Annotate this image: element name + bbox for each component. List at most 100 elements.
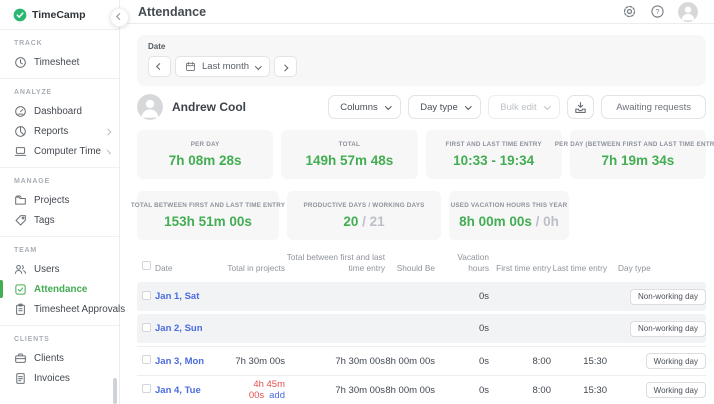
- download-export-icon: [574, 101, 587, 114]
- awaiting-requests-label: Awaiting requests: [616, 102, 691, 113]
- day-type-button[interactable]: Day type: [408, 95, 481, 119]
- column-header-total-in-projects: Total in projects: [225, 263, 285, 273]
- sidebar-item-label: Timesheet: [34, 57, 79, 68]
- sidebar: TimeCamp TRACKTimesheetANALYZEDashboardR…: [0, 0, 120, 404]
- vacation-hours-cell: 0s: [435, 356, 489, 367]
- day-type-button-label: Day type: [420, 102, 458, 113]
- sidebar-item-timesheet[interactable]: Timesheet: [0, 52, 119, 72]
- date-filter-label: Date: [148, 42, 695, 51]
- sidebar-item-users[interactable]: Users: [0, 259, 119, 279]
- date-link[interactable]: Jan 4, Tue: [155, 385, 225, 396]
- computer-icon: [14, 145, 27, 158]
- chevron-down-icon: [465, 103, 471, 109]
- sidebar-section-label: TEAM: [0, 241, 119, 259]
- employee-name: Andrew Cool: [172, 100, 246, 114]
- day-type-cell: Non-working day: [607, 321, 706, 337]
- sidebar-item-dashboard[interactable]: Dashboard: [0, 101, 119, 121]
- column-header-vacation-hours: Vacation hours: [435, 252, 489, 273]
- settings-gear-icon[interactable]: [622, 4, 637, 19]
- invoice-icon: [14, 372, 27, 385]
- topbar-actions: ?: [622, 2, 698, 22]
- page-title: Attendance: [138, 5, 206, 19]
- sidebar-nav: TRACK Timesheet ANALYZEDashboardReportsCom…: [0, 30, 119, 394]
- day-type-badge[interactable]: Working day: [646, 353, 706, 369]
- select-all-checkbox[interactable]: [142, 261, 151, 270]
- table-header-row: DateTotal in projectsTotal between first…: [137, 252, 706, 282]
- sidebar-item-tags[interactable]: Tags: [0, 210, 119, 230]
- folder-icon: [14, 194, 27, 207]
- awaiting-requests-button[interactable]: Awaiting requests: [601, 95, 706, 119]
- day-type-cell: Working day: [607, 382, 706, 398]
- sidebar-item-reports[interactable]: Reports: [0, 121, 119, 141]
- row-checkbox[interactable]: [142, 384, 151, 393]
- total-between-cell: 7h 30m 00s: [285, 385, 385, 396]
- should-be-cell: 8h 00m 00s: [385, 356, 435, 367]
- row-checkbox[interactable]: [142, 291, 151, 300]
- column-header-date: Date: [155, 263, 225, 273]
- sidebar-item-computer-time[interactable]: Computer Time: [0, 141, 119, 161]
- svg-text:?: ?: [655, 7, 659, 16]
- summary-cards-row2: TOTAL BETWEEN FIRST AND LAST TIME ENTRY1…: [137, 191, 706, 240]
- clock-icon: [14, 56, 27, 69]
- bulk-edit-button[interactable]: Bulk edit: [488, 95, 560, 119]
- row-checkbox[interactable]: [142, 355, 151, 364]
- day-type-badge[interactable]: Non-working day: [630, 289, 706, 305]
- day-type-badge[interactable]: Non-working day: [630, 321, 706, 337]
- total-in-projects-cell: 7h 30m 00s: [225, 356, 285, 367]
- chevron-right-icon: [106, 149, 111, 154]
- help-icon[interactable]: ?: [650, 4, 665, 19]
- column-header-first-entry: First time entry: [489, 263, 551, 273]
- sidebar-item-timesheet-approvals[interactable]: Timesheet Approvals: [0, 299, 119, 319]
- date-link[interactable]: Jan 1, Sat: [155, 291, 225, 302]
- vacation-hours-cell: 0s: [435, 291, 489, 302]
- chevron-down-icon: [544, 103, 550, 109]
- user-row: Andrew Cool Columns Day type Bulk edit: [137, 94, 706, 120]
- sidebar-item-label: Attendance: [34, 284, 87, 295]
- date-link[interactable]: Jan 3, Mon: [155, 356, 225, 367]
- summary-card: PRODUCTIVE DAYS / WORKING DAYS20 / 21: [287, 191, 441, 240]
- summary-cards-row1: PER DAY7h 08m 28sTOTAL149h 57m 48sFIRST …: [137, 130, 706, 179]
- sidebar-section: MANAGEProjectsTags: [0, 167, 119, 236]
- columns-button[interactable]: Columns: [328, 95, 401, 119]
- date-next-button[interactable]: [274, 56, 297, 77]
- last-time-entry-cell: 15:30: [551, 356, 607, 367]
- sidebar-item-label: Invoices: [34, 373, 70, 384]
- export-button[interactable]: [567, 95, 594, 119]
- add-time-link[interactable]: add: [269, 390, 285, 401]
- summary-card: TOTAL BETWEEN FIRST AND LAST TIME ENTRY1…: [137, 191, 279, 240]
- date-link[interactable]: Jan 2, Sun: [155, 323, 225, 334]
- timecamp-logo-icon: [13, 8, 27, 22]
- attendance-table: DateTotal in projectsTotal between first…: [137, 252, 706, 404]
- date-range-label: Last month: [202, 61, 249, 72]
- main-area: Attendance ?: [120, 0, 714, 404]
- table-row: Jan 1, Sat 0s Non-working day: [137, 282, 706, 311]
- tag-icon: [14, 214, 27, 227]
- should-be-cell: 8h 00m 00s: [385, 385, 435, 396]
- sidebar-scrollbar-thumb[interactable]: [113, 378, 117, 404]
- total-in-projects-cell: 4h 45m 00sadd: [225, 379, 285, 401]
- user-avatar[interactable]: [678, 2, 698, 22]
- first-time-entry-cell: 8:00: [489, 385, 551, 396]
- summary-card: TOTAL149h 57m 48s: [281, 130, 417, 179]
- sidebar-section: ANALYZEDashboardReportsComputer Time: [0, 78, 119, 167]
- sidebar-item-clients[interactable]: Clients: [0, 348, 119, 368]
- sidebar-section-label: TRACK: [0, 34, 119, 52]
- sidebar-item-label: Users: [34, 264, 60, 275]
- date-prev-button[interactable]: [148, 56, 171, 77]
- summary-card-value-secondary: / 0h: [532, 214, 559, 229]
- last-time-entry-cell: 15:30: [551, 385, 607, 396]
- user-actions: Columns Day type Bulk edit: [328, 95, 706, 119]
- calendar-icon: [185, 61, 196, 72]
- date-range-dropdown[interactable]: Last month: [175, 56, 270, 77]
- summary-card-value: 153h 51m 00s: [164, 214, 252, 229]
- sidebar-item-attendance[interactable]: Attendance: [0, 279, 119, 299]
- column-header-day-type: Day type: [607, 263, 706, 273]
- sidebar-item-projects[interactable]: Projects: [0, 190, 119, 210]
- day-type-badge[interactable]: Working day: [646, 382, 706, 398]
- sidebar-collapse-button[interactable]: [110, 8, 129, 27]
- date-filter-controls: Last month: [148, 56, 695, 77]
- topbar: Attendance ?: [120, 0, 714, 24]
- users-icon: [14, 263, 27, 276]
- row-checkbox[interactable]: [142, 323, 151, 332]
- sidebar-item-invoices[interactable]: Invoices: [0, 368, 119, 388]
